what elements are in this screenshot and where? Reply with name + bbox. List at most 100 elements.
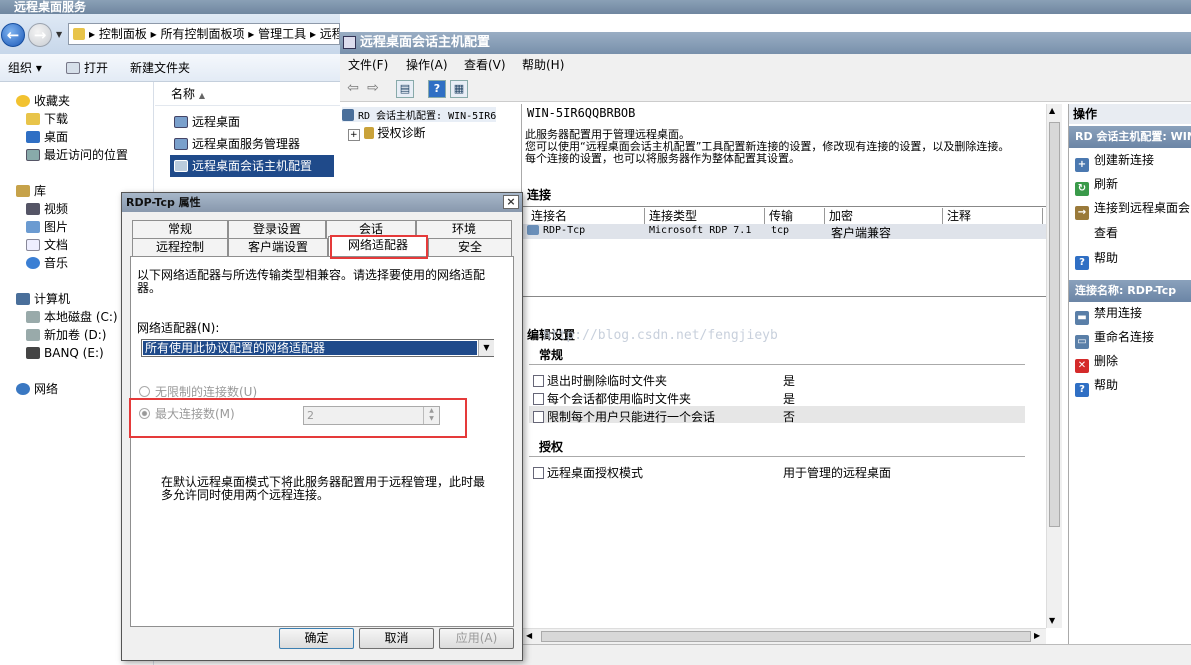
horizontal-scrollbar[interactable]: ◀ ▶	[523, 628, 1046, 644]
nav-drive-e[interactable]: BANQ (E:)	[26, 344, 104, 362]
menu-file[interactable]: 文件(F)	[348, 54, 388, 76]
address-input[interactable]: ▸ 控制面板 ▸ 所有控制面板项 ▸ 管理工具 ▸ 远程桌面服务	[68, 23, 340, 45]
nav-music[interactable]: 音乐	[26, 254, 68, 272]
forward-button[interactable]: →	[28, 23, 52, 47]
mmc-app-icon	[343, 36, 356, 49]
nav-label: 图片	[44, 220, 69, 234]
nav-drive-c[interactable]: 本地磁盘 (C:)	[26, 308, 118, 326]
adapter-select[interactable]: 所有使用此协议配置的网络适配器 ▼	[141, 339, 494, 357]
open-button[interactable]: 打开	[66, 54, 108, 82]
nav-computer[interactable]: 计算机	[16, 290, 70, 308]
tab-logon-settings[interactable]: 登录设置	[228, 220, 326, 238]
mmc-title-bar: 远程桌面会话主机配置	[340, 32, 1191, 54]
close-button[interactable]: ×	[503, 195, 519, 209]
ok-button[interactable]: 确定	[279, 628, 354, 649]
tree-node-rdsh[interactable]: RD 会话主机配置: WIN-5IR6	[342, 107, 497, 122]
expand-icon[interactable]: +	[348, 129, 360, 141]
scroll-right-icon[interactable]: ▶	[1034, 631, 1040, 640]
radio-circle-icon	[139, 386, 150, 397]
show-hide-tree-icon[interactable]: ▤	[396, 80, 414, 98]
new-folder-button[interactable]: 新建文件夹	[130, 54, 190, 82]
nav-favorites[interactable]: 收藏夹	[16, 92, 70, 110]
col-transport[interactable]: 传输	[765, 208, 825, 224]
nav-label: 本地磁盘 (C:)	[44, 310, 118, 324]
nav-recent[interactable]: 最近访问的位置	[26, 146, 128, 164]
col-connection-type[interactable]: 连接类型	[645, 208, 765, 224]
explorer-title-bar: 远程桌面服务	[0, 0, 1191, 14]
encryption-cell: 客户端兼容	[831, 226, 892, 240]
nav-documents[interactable]: 文档	[26, 236, 68, 254]
col-encryption[interactable]: 加密	[825, 208, 943, 224]
action-label: 连接到远程桌面会	[1094, 201, 1191, 215]
nav-network[interactable]: 网络	[16, 380, 58, 398]
tab-security[interactable]: 安全	[428, 238, 512, 256]
nav-drive-d[interactable]: 新加卷 (D:)	[26, 326, 106, 344]
nav-downloads[interactable]: 下载	[26, 110, 68, 128]
nav-pictures[interactable]: 图片	[26, 218, 68, 236]
action-help-2[interactable]: ? 帮助	[1075, 375, 1118, 397]
back-arrow-icon[interactable]: ⇦	[344, 80, 362, 98]
tab-remote-control[interactable]: 远程控制	[132, 238, 228, 256]
action-help[interactable]: ? 帮助	[1075, 248, 1118, 270]
library-icon	[16, 185, 30, 197]
show-hide-action-icon[interactable]: ▦	[450, 80, 468, 98]
tab-client-settings[interactable]: 客户端设置	[228, 238, 328, 256]
organize-button[interactable]: 组织 ▾	[8, 54, 42, 82]
menu-action[interactable]: 操作(A)	[406, 54, 448, 76]
action-delete[interactable]: ✕ 删除	[1075, 351, 1118, 373]
licensing-row[interactable]: 远程桌面授权模式	[533, 464, 643, 481]
vertical-scrollbar[interactable]: ▲ ▼	[1046, 104, 1062, 628]
column-header-name[interactable]: 名称 ▲	[155, 82, 340, 106]
scroll-thumb[interactable]	[1049, 122, 1060, 527]
chevron-down-icon[interactable]: ▼	[478, 340, 494, 356]
file-label: 远程桌面会话主机配置	[192, 159, 313, 173]
property-icon	[533, 393, 544, 405]
file-item-remote-desktop[interactable]: 远程桌面	[170, 111, 240, 133]
scroll-thumb[interactable]	[541, 631, 1031, 642]
nav-label: 文档	[44, 238, 69, 252]
scroll-down-icon[interactable]: ▼	[1049, 616, 1055, 625]
setting-row[interactable]: 限制每个用户只能进行一个会话	[533, 408, 715, 425]
connection-name-cell: RDP-Tcp	[527, 225, 585, 236]
action-rename-connection[interactable]: ▭ 重命名连接	[1075, 327, 1154, 349]
adapter-description: 以下网络适配器与所选传输类型相兼容。请选择要使用的网络适配器。	[137, 268, 486, 295]
action-view[interactable]: 查看	[1075, 223, 1118, 243]
back-button[interactable]: ←	[1, 23, 25, 47]
apply-button[interactable]: 应用(A)	[439, 628, 514, 649]
shortcut-icon	[174, 138, 188, 150]
history-dropdown-icon[interactable]: ▼	[56, 30, 62, 39]
mmc-title: 远程桌面会话主机配置	[360, 35, 491, 50]
nav-desktop[interactable]: 桌面	[26, 128, 68, 146]
tree-node-licensing[interactable]: + 授权诊断	[348, 124, 426, 141]
music-icon	[26, 257, 40, 269]
actions-group-server[interactable]: RD 会话主机配置: WIN-5IR6QQBRBOB	[1069, 126, 1191, 148]
usb-drive-icon	[26, 347, 40, 359]
action-refresh[interactable]: ↻ 刷新	[1075, 174, 1118, 196]
setting-row[interactable]: 退出时删除临时文件夹	[533, 372, 667, 389]
setting-name: 限制每个用户只能进行一个会话	[547, 410, 716, 424]
file-item-rds-manager[interactable]: 远程桌面服务管理器	[170, 133, 300, 155]
action-disable-connection[interactable]: ▬ 禁用连接	[1075, 303, 1142, 325]
col-comment[interactable]: 注释	[943, 208, 1043, 224]
setting-row[interactable]: 每个会话都使用临时文件夹	[533, 390, 691, 407]
connection-row[interactable]: RDP-Tcp Microsoft RDP 7.1 tcp 客户端兼容	[523, 224, 1046, 240]
scroll-up-icon[interactable]: ▲	[1049, 106, 1055, 115]
menu-help[interactable]: 帮助(H)	[522, 54, 564, 76]
menu-view[interactable]: 查看(V)	[464, 54, 506, 76]
adapter-selected-value: 所有使用此协议配置的网络适配器	[143, 341, 477, 355]
cancel-button[interactable]: 取消	[359, 628, 434, 649]
file-item-rdsh-config[interactable]: 远程桌面会话主机配置	[170, 155, 334, 177]
tab-environment[interactable]: 环境	[416, 220, 512, 238]
forward-arrow-icon[interactable]: ⇨	[364, 80, 382, 98]
scroll-left-icon[interactable]: ◀	[526, 631, 532, 640]
nav-libraries[interactable]: 库	[16, 182, 46, 200]
shortcut-icon	[174, 160, 188, 172]
nav-videos[interactable]: 视频	[26, 200, 68, 218]
col-connection-name[interactable]: 连接名	[527, 208, 645, 224]
help-icon[interactable]: ?	[428, 80, 446, 98]
actions-group-connection[interactable]: 连接名称: RDP-Tcp	[1069, 280, 1191, 302]
drive-icon	[26, 311, 40, 323]
action-create-connection[interactable]: + 创建新连接	[1075, 150, 1154, 172]
action-connect-remote[interactable]: → 连接到远程桌面会	[1075, 198, 1191, 220]
tab-general[interactable]: 常规	[132, 220, 228, 238]
